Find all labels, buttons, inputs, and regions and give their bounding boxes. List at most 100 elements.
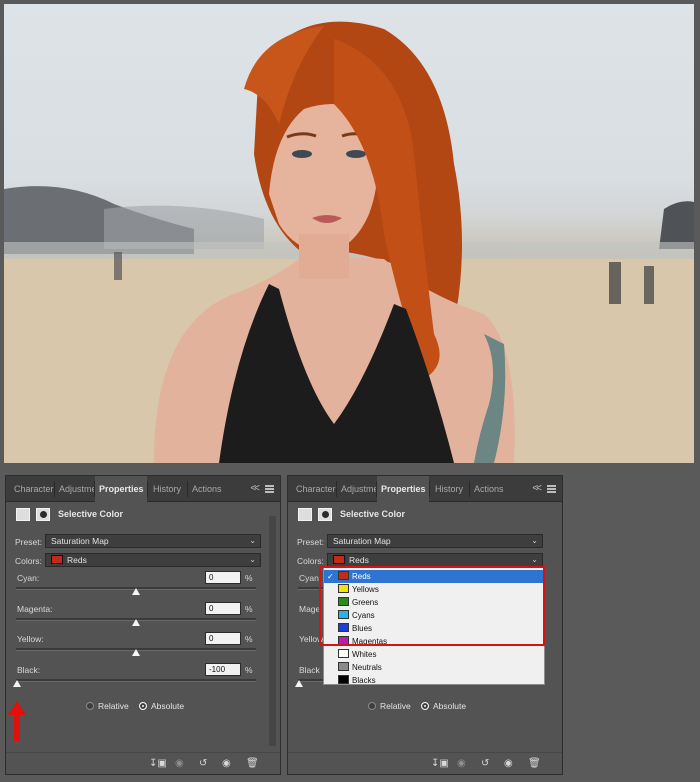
absolute-label: Absolute	[433, 701, 467, 711]
colors-select-open[interactable]: Reds ⌄	[327, 553, 543, 567]
properties-panel-left: Character Adjustme Properties History Ac…	[5, 475, 281, 775]
yellow-label: Yellow:	[17, 634, 44, 644]
collapse-panel-button[interactable]: <<	[250, 483, 260, 494]
tab-actions[interactable]: Actions	[470, 476, 510, 502]
black-slider-track[interactable]	[16, 679, 256, 682]
cyan-label: Cyan:	[17, 573, 40, 583]
clip-to-layer-icon[interactable]: ↧▣	[431, 758, 449, 769]
panel-footer: ↧▣ ◉ ↺ ◉ 🗑	[6, 752, 280, 774]
tab-actions[interactable]: Actions	[188, 476, 228, 502]
view-previous-icon[interactable]: ◉	[457, 758, 466, 769]
relative-radio[interactable]: Relative	[368, 701, 411, 711]
yellow-unit: %	[245, 634, 253, 644]
selective-color-adjustment-icon	[298, 508, 312, 521]
yellow-slider-thumb[interactable]	[132, 649, 140, 656]
magenta-slider-thumb[interactable]	[132, 619, 140, 626]
visibility-eye-icon[interactable]: ◉	[222, 758, 231, 769]
preset-label: Preset:	[15, 537, 42, 547]
relative-label: Relative	[380, 701, 411, 711]
layer-mask-icon[interactable]	[318, 508, 332, 521]
menu-item-blacks[interactable]: Blacks	[324, 674, 544, 687]
colors-label: Colors:	[297, 556, 324, 566]
blacks-swatch	[338, 675, 349, 684]
absolute-radio[interactable]: Absolute	[139, 701, 184, 711]
tab-properties[interactable]: Properties	[377, 476, 429, 502]
magenta-label: Mage	[299, 604, 321, 614]
black-slider-thumb[interactable]	[13, 680, 21, 687]
black-label: Black:	[17, 665, 41, 675]
black-value-input[interactable]: -100	[205, 663, 241, 676]
tab-character[interactable]: Character	[10, 476, 54, 502]
panel-footer: ↧▣ ◉ ↺ ◉ 🗑	[288, 752, 562, 774]
reset-icon[interactable]: ↺	[481, 758, 489, 769]
preset-value: Saturation Map	[51, 536, 109, 546]
menu-item-label: Neutrals	[352, 663, 382, 672]
colors-value: Reds	[349, 555, 369, 565]
panel-menu-icon[interactable]	[265, 485, 274, 493]
beach-portrait-photo	[4, 4, 694, 463]
reset-icon[interactable]: ↺	[199, 758, 207, 769]
menu-item-label: Blacks	[352, 676, 376, 685]
panel-scrollbar[interactable]	[269, 516, 276, 746]
black-label: Black	[299, 665, 320, 675]
annotation-highlight-box	[319, 566, 545, 646]
preset-select[interactable]: Saturation Map ⌄	[327, 534, 543, 548]
menu-item-neutrals[interactable]: Neutrals	[324, 661, 544, 674]
colors-label: Colors:	[15, 556, 42, 566]
preset-value: Saturation Map	[333, 536, 391, 546]
radio-icon	[368, 702, 376, 710]
radio-selected-icon	[139, 702, 147, 710]
black-unit: %	[245, 665, 253, 675]
preset-label: Preset:	[297, 537, 324, 547]
cyan-slider-thumb[interactable]	[132, 588, 140, 595]
absolute-radio[interactable]: Absolute	[421, 701, 466, 711]
absolute-label: Absolute	[151, 701, 185, 711]
relative-label: Relative	[98, 701, 129, 711]
adjustment-title: Selective Color	[340, 509, 406, 519]
preset-select[interactable]: Saturation Map ⌄	[45, 534, 261, 548]
cyan-value-input[interactable]: 0	[205, 571, 241, 584]
magenta-value-input[interactable]: 0	[205, 602, 241, 615]
trash-icon[interactable]: 🗑	[528, 758, 541, 769]
adjustment-title: Selective Color	[58, 509, 124, 519]
panel-tab-bar: Character Adjustme Properties History Ac…	[288, 476, 562, 502]
reds-swatch	[51, 555, 63, 564]
selective-color-adjustment-icon	[16, 508, 30, 521]
trash-icon[interactable]: 🗑	[246, 758, 259, 769]
tab-character[interactable]: Character	[292, 476, 336, 502]
tab-adjustments[interactable]: Adjustme	[55, 476, 94, 502]
menu-item-label: Whites	[352, 650, 377, 659]
neutrals-swatch	[338, 662, 349, 671]
clip-to-layer-icon[interactable]: ↧▣	[149, 758, 167, 769]
radio-selected-icon	[421, 702, 429, 710]
yellow-value-input[interactable]: 0	[205, 632, 241, 645]
panel-menu-icon[interactable]	[547, 485, 556, 493]
layer-mask-icon[interactable]	[36, 508, 50, 521]
tab-adjustments[interactable]: Adjustme	[337, 476, 376, 502]
view-previous-icon[interactable]: ◉	[175, 758, 184, 769]
collapse-panel-button[interactable]: <<	[532, 483, 542, 494]
chevron-down-icon: ⌄	[249, 536, 256, 545]
visibility-eye-icon[interactable]: ◉	[504, 758, 513, 769]
black-slider-thumb[interactable]	[295, 680, 303, 687]
reds-swatch	[333, 555, 345, 564]
tab-history[interactable]: History	[149, 476, 187, 502]
chevron-down-icon: ⌄	[531, 536, 538, 545]
whites-swatch	[338, 649, 349, 658]
annotation-arrow-up-icon	[8, 701, 26, 741]
colors-value: Reds	[67, 555, 87, 565]
relative-radio[interactable]: Relative	[86, 701, 129, 711]
menu-item-whites[interactable]: Whites	[324, 648, 544, 661]
chevron-down-icon: ⌄	[531, 555, 538, 564]
cyan-label: Cyan:	[299, 573, 322, 583]
magenta-unit: %	[245, 604, 253, 614]
tab-properties[interactable]: Properties	[95, 476, 147, 502]
photo-illustration	[4, 21, 694, 463]
magenta-label: Magenta:	[17, 604, 53, 614]
radio-icon	[86, 702, 94, 710]
panel-tab-bar: Character Adjustme Properties History Ac…	[6, 476, 280, 502]
cyan-unit: %	[245, 573, 253, 583]
chevron-down-icon: ⌄	[249, 555, 256, 564]
colors-select[interactable]: Reds ⌄	[45, 553, 261, 567]
tab-history[interactable]: History	[431, 476, 469, 502]
